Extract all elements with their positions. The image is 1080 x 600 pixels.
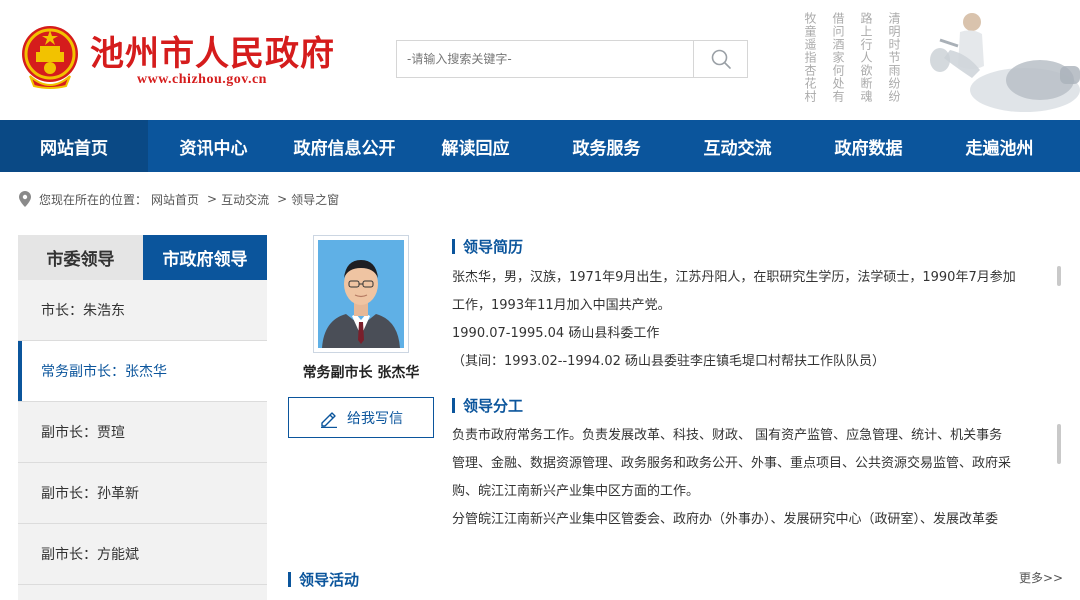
- nav-item-news[interactable]: 资讯中心: [148, 120, 279, 172]
- poem-line: 路上行人欲断魂: [859, 12, 873, 103]
- resume-content: 张杰华，男，汉族，1971年9月出生，江苏丹阳人，在职研究生学历，法学硕士，19…: [452, 264, 1052, 376]
- resume-line: 工作，1993年11月加入中国共产党。: [452, 298, 671, 313]
- breadcrumb-prefix: 您现在所在的位置：: [39, 192, 148, 207]
- search-button[interactable]: [693, 41, 747, 77]
- header-illustration: [930, 13, 1080, 112]
- sidebar-item-executive-vice-mayor[interactable]: 常务副市长：张杰华: [18, 341, 267, 402]
- site-url[interactable]: www.chizhou.gov.cn: [137, 72, 267, 88]
- sidebar-item-vice-mayor-fang[interactable]: 副市长：方能斌: [18, 524, 267, 585]
- tab-gov-leaders[interactable]: 市政府领导: [143, 235, 267, 280]
- resume-line: 张杰华，男，汉族，1971年9月出生，江苏丹阳人，在职研究生学历，法学硕士，19…: [452, 270, 1016, 285]
- section-marker: [452, 239, 455, 254]
- leader-photo: [318, 240, 404, 348]
- national-emblem-icon[interactable]: [20, 24, 80, 90]
- location-pin-icon: [19, 191, 31, 207]
- section-marker: [452, 398, 455, 413]
- tab-party-leaders[interactable]: 市委领导: [18, 235, 143, 280]
- breadcrumb: 您现在所在的位置： 网站首页 > 互动交流 > 领导之窗: [19, 190, 343, 208]
- resume-line: （其间：1993.02--1994.02 砀山县委驻李庄镇毛堤口村帮扶工作队队员…: [452, 354, 886, 369]
- search-box: [396, 40, 748, 78]
- duties-scrollbar[interactable]: [1057, 424, 1061, 464]
- poem-line: 牧童遥指杏花村: [803, 12, 817, 103]
- write-letter-label: 给我写信: [347, 410, 403, 427]
- nav-item-gov-info[interactable]: 政府信息公开: [279, 120, 410, 172]
- breadcrumb-separator: >: [277, 192, 288, 206]
- nav-item-gov-data[interactable]: 政府数据: [803, 120, 934, 172]
- nav-item-interaction[interactable]: 互动交流: [672, 120, 803, 172]
- poem-line: 清明时节雨纷纷: [887, 12, 901, 103]
- duties-line: 管理、金融、数据资源管理、政务服务和政务公开、外事、重点项目、公共资源交易监管、…: [452, 456, 1012, 471]
- resume-section-title: 领导简历: [452, 236, 523, 257]
- nav-item-services[interactable]: 政务服务: [541, 120, 672, 172]
- breadcrumb-interaction[interactable]: 互动交流: [221, 191, 269, 208]
- poem-decoration: 牧童遥指杏花村 借问酒家何处有 路上行人欲断魂 清明时节雨纷纷: [803, 12, 901, 112]
- search-icon: [711, 49, 731, 69]
- site-title[interactable]: 池州市人民政府: [90, 26, 335, 75]
- activities-more-link[interactable]: 更多>>: [1019, 569, 1063, 586]
- activities-section-title: 领导活动: [288, 569, 359, 590]
- main-nav: 网站首页 资讯中心 政府信息公开 解读回应 政务服务 互动交流 政府数据 走遍池…: [0, 120, 1080, 172]
- nav-item-interpretation[interactable]: 解读回应: [410, 120, 541, 172]
- search-input[interactable]: [397, 41, 692, 77]
- activities-title: 领导活动: [299, 571, 360, 589]
- section-marker: [288, 572, 291, 587]
- sidebar-item-vice-mayor-sun[interactable]: 副市长：孙革新: [18, 463, 267, 524]
- sidebar-item-mayor[interactable]: 市长：朱浩东: [18, 280, 267, 341]
- site-header: 池州市人民政府 www.chizhou.gov.cn 牧童遥指杏花村 借问酒家何…: [0, 0, 1080, 120]
- sidebar-item-vice-mayor-jia[interactable]: 副市长：贾瑄: [18, 402, 267, 463]
- duties-line: 分管皖江江南新兴产业集中区管委会、政府办（外事办）、发展研究中心（政研室）、发展…: [452, 512, 999, 527]
- breadcrumb-separator: >: [207, 192, 218, 206]
- leader-photo-frame: [313, 235, 409, 353]
- leader-sidebar: 市委领导 市政府领导 市长：朱浩东 常务副市长：张杰华 副市长：贾瑄 副市长：孙…: [18, 235, 267, 600]
- sidebar-tabs: 市委领导 市政府领导: [18, 235, 267, 280]
- duties-line: 购、皖江江南新兴产业集中区方面的工作。: [452, 484, 700, 499]
- write-letter-button[interactable]: 给我写信: [288, 397, 434, 438]
- nav-item-explore[interactable]: 走遍池州: [934, 120, 1065, 172]
- duties-line: 负责市政府常务工作。负责发展改革、科技、财政、 国有资产监管、应急管理、统计、机…: [452, 428, 1003, 443]
- resume-title: 领导简历: [463, 238, 524, 256]
- breadcrumb-home[interactable]: 网站首页: [151, 191, 199, 208]
- duties-title: 领导分工: [463, 397, 524, 415]
- nav-item-home[interactable]: 网站首页: [0, 120, 148, 172]
- poem-line: 借问酒家何处有: [831, 12, 845, 103]
- leader-caption: 常务副市长 张杰华: [302, 365, 420, 381]
- resume-scrollbar[interactable]: [1057, 266, 1061, 286]
- pencil-icon: [321, 411, 337, 428]
- breadcrumb-leaders[interactable]: 领导之窗: [291, 191, 339, 208]
- duties-content: 负责市政府常务工作。负责发展改革、科技、财政、 国有资产监管、应急管理、统计、机…: [452, 422, 1052, 534]
- duties-section-title: 领导分工: [452, 395, 523, 416]
- resume-line: 1990.07-1995.04 砀山县科委工作: [452, 326, 660, 341]
